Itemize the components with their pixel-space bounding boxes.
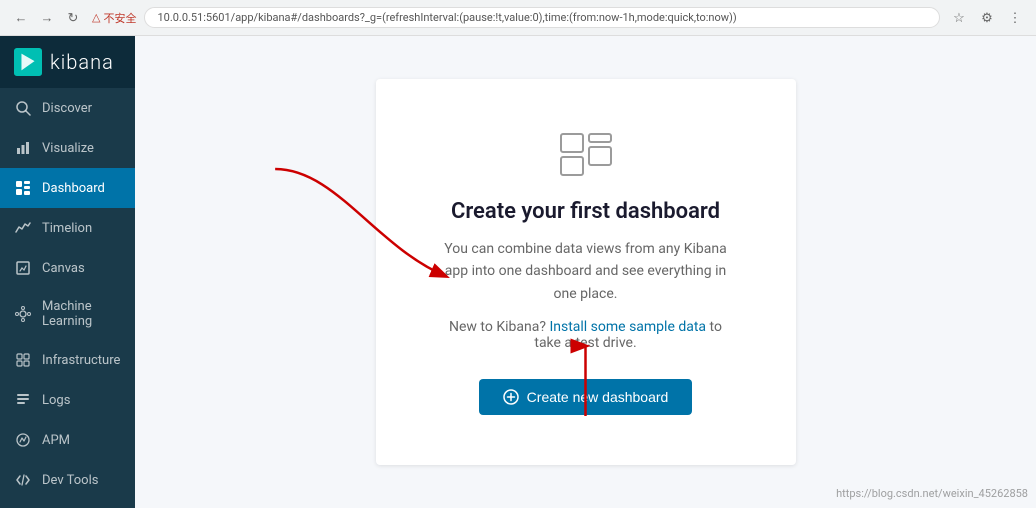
dashboard-card: Create your first dashboard You can comb…	[376, 79, 796, 465]
sidebar-logo: kibana	[0, 36, 135, 88]
sidebar-item-apm[interactable]: APM	[0, 420, 135, 460]
sidebar-item-monitoring[interactable]: Monitoring	[0, 500, 135, 508]
sidebar-item-infrastructure[interactable]: Infrastructure	[0, 340, 135, 380]
sidebar-label-dev-tools: Dev Tools	[42, 473, 98, 488]
create-dashboard-button[interactable]: Create new dashboard	[479, 379, 693, 415]
sidebar-item-visualize[interactable]: Visualize	[0, 128, 135, 168]
app-layout: kibana Discover Visualize	[0, 36, 1036, 508]
sidebar-item-discover[interactable]: Discover	[0, 88, 135, 128]
dashboard-description: You can combine data views from any Kiba…	[436, 238, 736, 305]
machine-learning-icon	[14, 305, 32, 323]
sidebar-label-canvas: Canvas	[42, 261, 85, 276]
sidebar: kibana Discover Visualize	[0, 36, 135, 508]
sidebar-label-timelion: Timelion	[42, 221, 92, 236]
browser-chrome: ← → ↻ △ 不安全 10.0.0.51:5601/app/kibana#/d…	[0, 0, 1036, 36]
sidebar-item-canvas[interactable]: Canvas	[0, 248, 135, 288]
back-button[interactable]: ←	[10, 7, 32, 29]
apm-icon	[14, 431, 32, 449]
nav-buttons: ← → ↻	[10, 7, 84, 29]
sidebar-item-timelion[interactable]: Timelion	[0, 208, 135, 248]
sidebar-label-logs: Logs	[42, 393, 70, 408]
menu-button[interactable]: ⋮	[1004, 7, 1026, 29]
dashboard-svg-icon	[556, 129, 616, 179]
forward-button[interactable]: →	[36, 7, 58, 29]
install-sample-link[interactable]: Install some sample data	[549, 319, 706, 335]
dashboard-icon	[14, 179, 32, 197]
discover-icon	[14, 99, 32, 117]
warning-icon: △	[92, 11, 100, 24]
sidebar-label-infrastructure: Infrastructure	[42, 353, 120, 368]
sidebar-label-machine-learning: Machine Learning	[42, 299, 121, 329]
browser-actions: ☆ ⚙ ⋮	[948, 7, 1026, 29]
url-bar[interactable]: 10.0.0.51:5601/app/kibana#/dashboards?_g…	[144, 7, 940, 28]
logo-text: kibana	[50, 50, 114, 74]
sidebar-label-apm: APM	[42, 433, 70, 448]
sidebar-label-discover: Discover	[42, 101, 92, 116]
kibana-logo-icon	[14, 48, 42, 76]
bookmark-button[interactable]: ☆	[948, 7, 970, 29]
dashboard-icon-container	[436, 129, 736, 179]
sidebar-item-dev-tools[interactable]: Dev Tools	[0, 460, 135, 500]
sidebar-label-visualize: Visualize	[42, 141, 94, 156]
main-content: Create your first dashboard You can comb…	[135, 36, 1036, 508]
dev-tools-icon	[14, 471, 32, 489]
canvas-icon	[14, 259, 32, 277]
reload-button[interactable]: ↻	[62, 7, 84, 29]
sample-prefix: New to Kibana?	[449, 319, 546, 335]
sidebar-item-logs[interactable]: Logs	[0, 380, 135, 420]
watermark: https://blog.csdn.net/weixin_45262858	[836, 487, 1028, 500]
visualize-icon	[14, 139, 32, 157]
extensions-button[interactable]: ⚙	[976, 7, 998, 29]
sidebar-label-dashboard: Dashboard	[42, 181, 105, 196]
logs-icon	[14, 391, 32, 409]
plus-circle-icon	[503, 389, 519, 405]
dashboard-title: Create your first dashboard	[436, 199, 736, 224]
dashboard-sample-text: New to Kibana? Install some sample data …	[436, 319, 736, 351]
security-badge: △ 不安全	[92, 10, 136, 26]
sidebar-item-dashboard[interactable]: Dashboard	[0, 168, 135, 208]
create-button-label: Create new dashboard	[527, 389, 669, 405]
sidebar-item-machine-learning[interactable]: Machine Learning	[0, 288, 135, 340]
timelion-icon	[14, 219, 32, 237]
infrastructure-icon	[14, 351, 32, 369]
